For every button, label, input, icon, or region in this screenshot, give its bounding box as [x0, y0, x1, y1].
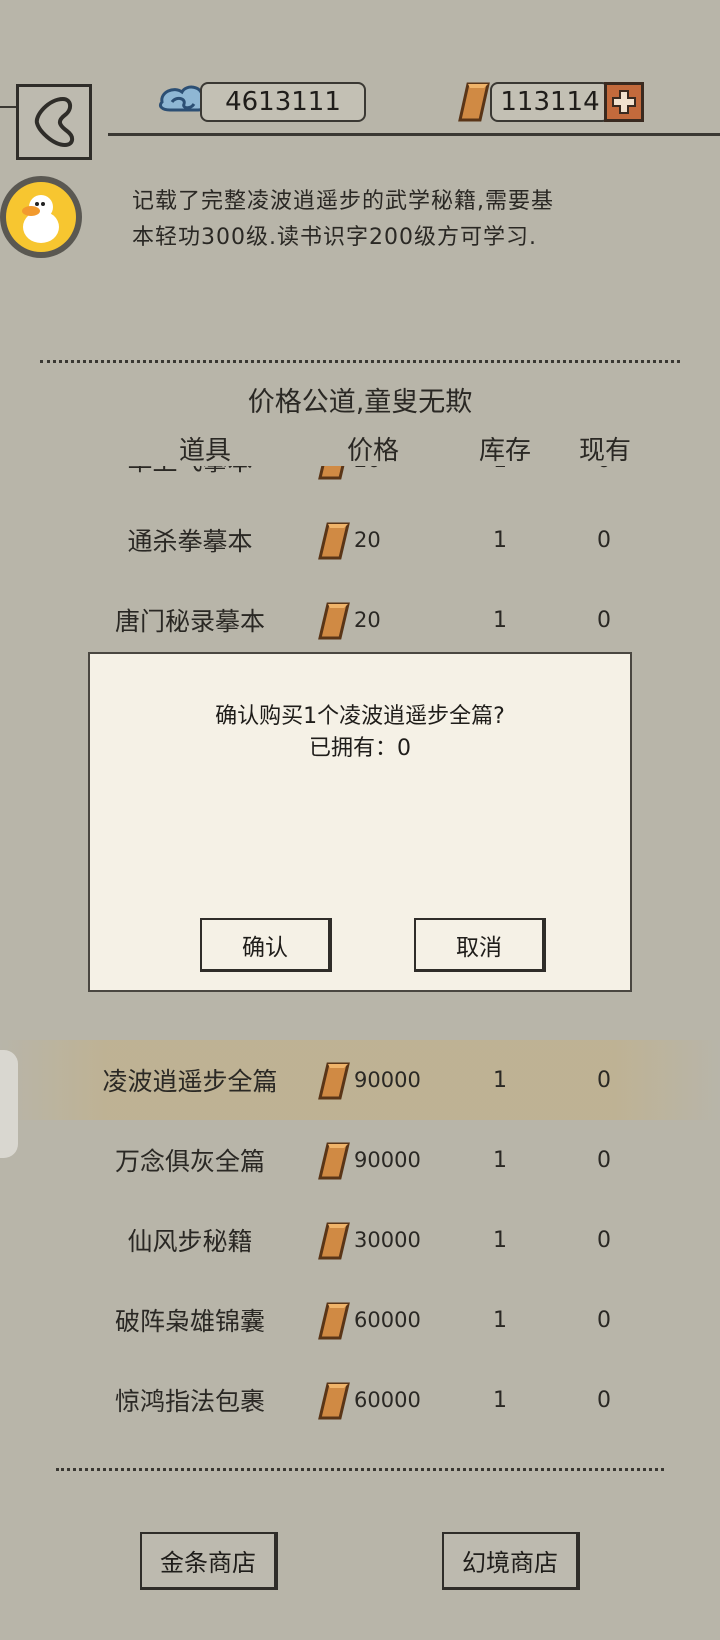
- gold-bar-icon: [318, 522, 350, 560]
- description-line-1: 记载了完整凌波逍遥步的武学秘籍,需要基: [132, 189, 554, 214]
- item-stock: 1: [493, 1307, 507, 1333]
- item-description: 记载了完整凌波逍遥步的武学秘籍,需要基 本轻功300级.读书识字200级方可学习…: [132, 184, 592, 256]
- gold-bar-icon: [318, 466, 345, 480]
- item-owned: 0: [597, 607, 611, 633]
- gold-bar-icon: [458, 82, 490, 122]
- dialog-owned-count: 已拥有：0: [309, 736, 411, 761]
- item-price-value: 20: [354, 466, 381, 472]
- illusion-shop-button[interactable]: 幻境商店: [442, 1532, 580, 1590]
- npc-avatar: [0, 176, 82, 258]
- item-price-value: 90000: [354, 1068, 421, 1092]
- list-item[interactable]: 通杀拳摹本 20 1 0: [0, 500, 720, 580]
- bottom-dotted-divider: [56, 1468, 664, 1471]
- item-owned: 0: [564, 466, 644, 500]
- gold-shop-button[interactable]: 金条商店: [140, 1532, 278, 1590]
- list-item[interactable]: 破阵枭雄锦囊 60000 1 0: [0, 1280, 720, 1360]
- gold-currency-display: 113114: [490, 82, 610, 122]
- gold-bar-icon: [318, 1302, 350, 1340]
- list-item[interactable]: 仙风步秘籍 30000 1 0: [0, 1200, 720, 1280]
- shop-title: 价格公道,童叟无欺: [247, 387, 473, 418]
- item-price: 20: [316, 500, 446, 580]
- confirm-button[interactable]: 确认: [200, 918, 332, 972]
- add-gold-button[interactable]: [604, 82, 644, 122]
- item-stock: 1: [493, 607, 507, 633]
- dialog-message: 确认购买1个凌波逍遥步全篇?: [215, 704, 505, 729]
- item-price: 60000: [316, 1280, 446, 1360]
- item-owned: 0: [597, 1227, 611, 1253]
- duck-icon: [22, 195, 59, 243]
- item-price-value: 60000: [354, 1308, 421, 1332]
- top-dotted-divider: [40, 360, 680, 363]
- item-price-value: 20: [354, 608, 381, 632]
- silver-currency-display: 4613111: [200, 82, 366, 122]
- column-header-stock: 库存: [478, 436, 531, 466]
- silver-amount: 4613111: [225, 87, 341, 117]
- plus-icon: [612, 90, 636, 114]
- item-price: 20: [316, 466, 446, 500]
- column-header-owned: 现有: [578, 436, 631, 466]
- item-owned: 0: [597, 527, 611, 553]
- item-stock: 1: [460, 466, 540, 500]
- list-item-selected[interactable]: 凌波逍遥步全篇 90000 1 0: [0, 1040, 720, 1120]
- gold-bar-icon: [318, 1222, 350, 1260]
- item-owned: 0: [597, 1387, 611, 1413]
- item-stock: 1: [493, 1387, 507, 1413]
- item-stock: 1: [493, 1067, 507, 1093]
- item-stock: 1: [493, 527, 507, 553]
- item-owned: 0: [597, 1067, 611, 1093]
- column-header-item: 道具: [178, 436, 231, 466]
- cancel-button[interactable]: 取消: [414, 918, 546, 972]
- list-item[interactable]: 草上飞摹本 20 1 0: [0, 466, 720, 500]
- list-item[interactable]: 唐门秘录摹本 20 1 0: [0, 580, 720, 660]
- item-stock: 1: [493, 1227, 507, 1253]
- item-price-value: 90000: [354, 1148, 421, 1172]
- list-item[interactable]: 万念俱灰全篇 90000 1 0: [0, 1120, 720, 1200]
- description-line-2: 本轻功300级.读书识字200级方可学习.: [132, 225, 537, 250]
- back-arrow-icon: [34, 97, 74, 147]
- item-price-value: 60000: [354, 1388, 421, 1412]
- gold-bar-icon: [318, 1062, 350, 1100]
- gold-bar-icon: [318, 1142, 350, 1180]
- item-price: 90000: [316, 1040, 446, 1120]
- item-price: 90000: [316, 1120, 446, 1200]
- back-button[interactable]: [16, 84, 92, 160]
- gold-amount: 113114: [500, 87, 600, 117]
- purchase-confirm-dialog: 确认购买1个凌波逍遥步全篇? 已拥有：0 确认 取消: [88, 652, 632, 992]
- item-price-value: 20: [354, 528, 381, 552]
- item-price-value: 30000: [354, 1228, 421, 1252]
- header-divider-left: [0, 106, 16, 108]
- item-price: 20: [316, 580, 446, 660]
- item-owned: 0: [597, 1147, 611, 1173]
- item-stock: 1: [493, 1147, 507, 1173]
- edge-swipe-handle[interactable]: [0, 1050, 18, 1158]
- gold-bar-icon: [318, 602, 350, 640]
- item-owned: 0: [597, 1307, 611, 1333]
- header-divider: [108, 133, 720, 136]
- item-price: 30000: [316, 1200, 446, 1280]
- item-price: 60000: [316, 1360, 446, 1426]
- list-item[interactable]: 惊鸿指法包裹 60000 1 0: [0, 1360, 720, 1426]
- column-header-price: 价格: [346, 436, 399, 466]
- gold-bar-icon: [318, 1382, 350, 1420]
